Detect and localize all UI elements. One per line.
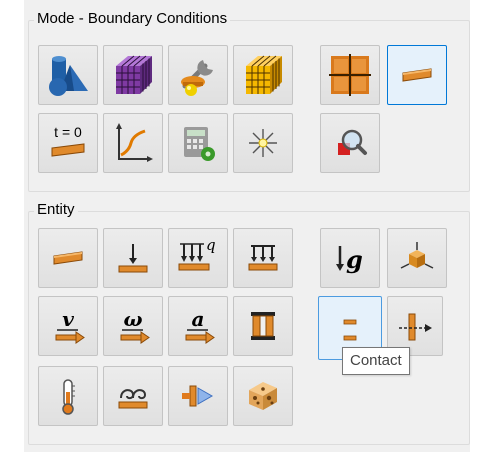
gold-mesh-button[interactable]	[233, 45, 293, 105]
flow-arrow-button[interactable]	[168, 366, 228, 426]
plot-curve-icon	[116, 123, 153, 162]
porous-block-button[interactable]	[233, 366, 293, 426]
surface-bc-button[interactable]	[38, 228, 98, 288]
convection-button[interactable]	[103, 366, 163, 426]
temperature-button[interactable]	[38, 366, 98, 426]
gravity-button[interactable]: g	[320, 228, 380, 288]
grid-panel-button[interactable]	[320, 45, 380, 105]
acceleration-button[interactable]: a	[168, 296, 228, 356]
geometry-button[interactable]	[38, 45, 98, 105]
grid-panel-icon	[329, 54, 371, 96]
initial-condition-icon: t = 0	[48, 124, 88, 162]
contact-icon	[343, 319, 357, 341]
contact-tooltip: Contact	[342, 347, 410, 375]
acceleration-label: a	[192, 307, 205, 331]
heat-flux-button[interactable]: q	[168, 228, 228, 288]
distributed-load-button[interactable]	[233, 228, 293, 288]
calculator-button[interactable]	[168, 113, 228, 173]
starburst-icon	[249, 129, 277, 157]
heat-flux-label: q	[206, 236, 216, 254]
constraint-frame-button[interactable]	[233, 296, 293, 356]
porous-block-icon	[249, 382, 277, 410]
inspect-magnifier-icon	[338, 129, 367, 155]
mode-group-title: Mode - Boundary Conditions	[34, 10, 231, 28]
inspect-button[interactable]	[320, 113, 380, 173]
surface-bc-icon	[53, 251, 83, 265]
rigid-body-icon	[400, 242, 434, 269]
initial-condition-plate-icon	[51, 143, 85, 157]
mesh-cube-icon	[116, 55, 152, 94]
angular-velocity-button[interactable]: ω	[103, 296, 163, 356]
acceleration-icon: a	[185, 307, 215, 344]
connector-icon	[399, 313, 432, 341]
angular-velocity-icon: ω	[120, 307, 150, 344]
plot-button[interactable]	[103, 113, 163, 173]
initial-condition-label: t = 0	[54, 124, 82, 140]
initial-condition-button[interactable]: t = 0	[38, 113, 98, 173]
velocity-label: v	[62, 307, 74, 331]
gold-mesh-cube-icon	[246, 55, 282, 94]
velocity-button[interactable]: v	[38, 296, 98, 356]
heat-flux-load-icon: q	[178, 236, 216, 271]
mesh-button[interactable]	[103, 45, 163, 105]
point-load-icon	[118, 244, 148, 273]
temperature-icon	[62, 379, 75, 415]
constraint-frame-icon	[251, 312, 275, 340]
entity-group-title: Entity	[34, 201, 78, 219]
distributed-load-icon	[248, 245, 278, 271]
flow-arrow-icon	[182, 385, 214, 407]
angular-velocity-label: ω	[123, 307, 142, 331]
point-load-button[interactable]	[103, 228, 163, 288]
rigid-body-button[interactable]	[387, 228, 447, 288]
gravity-label: g	[346, 245, 363, 274]
starburst-button[interactable]	[233, 113, 293, 173]
velocity-icon: v	[55, 307, 85, 344]
geometry-shapes-icon	[49, 56, 88, 96]
calculator-settings-icon	[184, 127, 215, 161]
materials-tool-icon	[181, 60, 213, 96]
convection-icon	[118, 389, 148, 409]
gravity-icon: g	[336, 245, 363, 274]
boundary-condition-button[interactable]	[387, 45, 447, 105]
boundary-condition-icon	[402, 68, 432, 82]
materials-button[interactable]	[168, 45, 228, 105]
